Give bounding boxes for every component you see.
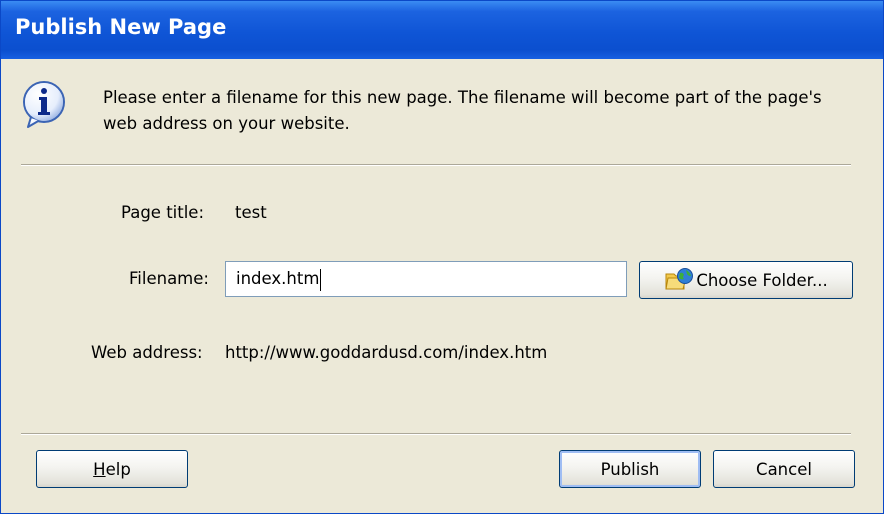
filename-value: index.htm: [236, 269, 320, 288]
help-label-rest: elp: [105, 459, 131, 479]
web-address-label: Web address:: [91, 343, 203, 362]
publish-label: Publish: [600, 459, 660, 479]
title-bar[interactable]: Publish New Page: [1, 1, 883, 59]
publish-button[interactable]: Publish: [559, 450, 701, 488]
publish-dialog: Publish New Page Please enter a filename…: [0, 0, 884, 514]
window-title: Publish New Page: [15, 15, 227, 39]
filename-label: Filename:: [129, 269, 209, 288]
help-label: Help: [93, 460, 131, 479]
web-address-value: http://www.goddardusd.com/index.htm: [225, 343, 548, 362]
choose-folder-label: Choose Folder...: [696, 270, 828, 290]
page-title-value: test: [235, 203, 267, 222]
choose-folder-button[interactable]: Choose Folder...: [639, 261, 853, 299]
cancel-label: Cancel: [756, 459, 812, 479]
help-button[interactable]: Help: [36, 450, 188, 488]
help-mnemonic: H: [93, 459, 106, 479]
bottom-separator: [21, 433, 851, 435]
top-separator: [21, 164, 851, 166]
info-message: Please enter a filename for this new pag…: [103, 88, 822, 133]
info-icon: [23, 81, 65, 128]
cancel-button[interactable]: Cancel: [713, 450, 855, 488]
page-title-label: Page title:: [121, 203, 205, 222]
filename-input[interactable]: index.htm: [225, 261, 627, 297]
text-caret: [320, 268, 322, 291]
folder-globe-icon: [665, 268, 694, 290]
